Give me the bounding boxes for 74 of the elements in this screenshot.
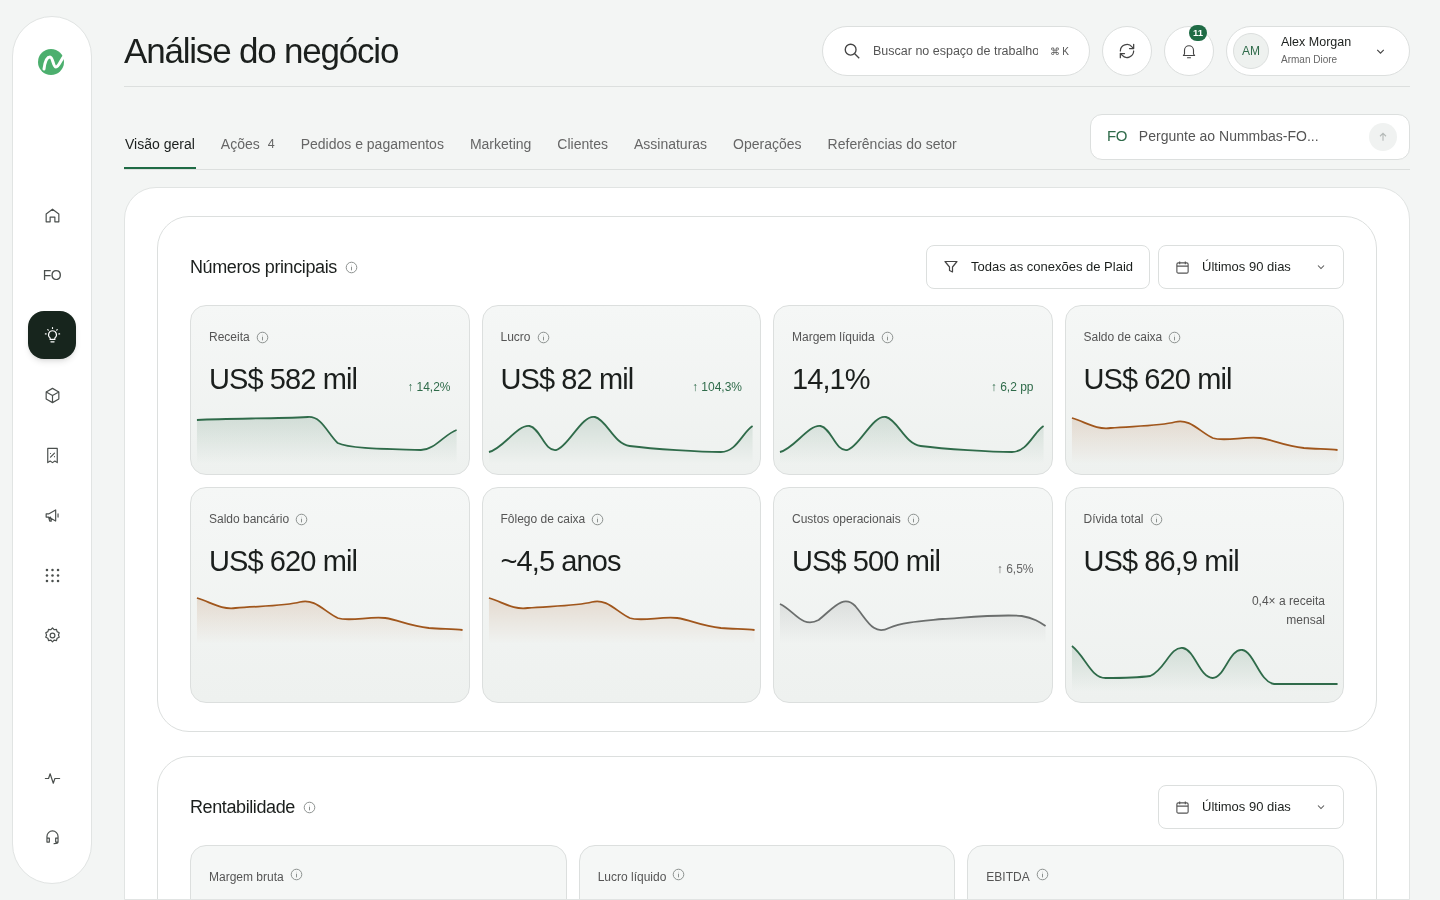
bell-icon	[1180, 42, 1198, 60]
metric-value: US$ 582 mil	[209, 362, 358, 397]
info-icon	[906, 512, 920, 526]
company-name: Arman Diore	[1281, 54, 1339, 67]
info-icon	[536, 330, 550, 344]
calendar-icon	[1175, 259, 1190, 275]
filter-button[interactable]: Todas as conexões de Plaid	[926, 245, 1150, 289]
tab[interactable]: Operações	[732, 121, 803, 169]
ask-field[interactable]: Pergunte ao Nummbas-FO...	[1138, 126, 1357, 147]
metric-label: Fôlego de caixa	[500, 511, 586, 528]
search-icon	[843, 42, 861, 60]
tab-count: 4	[267, 135, 275, 153]
page-title: Análise do negócio	[124, 29, 399, 72]
info-icon	[1035, 868, 1049, 881]
shortcut-hint: ⌘ K	[1049, 44, 1069, 59]
metric-label: Receita	[209, 329, 250, 346]
info-icon	[302, 800, 316, 814]
section-title: Números principais	[190, 255, 337, 279]
calendar-icon	[1175, 799, 1190, 815]
user-name: Alex Morgan	[1281, 35, 1353, 52]
sidebar-item[interactable]: FO	[28, 251, 76, 299]
metric-label: Saldo bancário	[209, 511, 290, 528]
metric-label: EBITDA	[986, 869, 1030, 886]
period-dropdown[interactable]: Últimos 90 dias	[1158, 785, 1344, 829]
metric-value: US$ 620 mil	[1083, 362, 1232, 397]
metric-value: US$ 500 mil	[792, 544, 941, 579]
metric-label: Dívida total	[1083, 511, 1144, 528]
metric-label: Lucro líquido	[597, 869, 667, 886]
info-icon	[289, 868, 303, 881]
sync-button[interactable]	[1102, 26, 1152, 76]
tab[interactable]: Clientes	[556, 121, 609, 169]
tab[interactable]: Referências do setor	[826, 121, 958, 169]
metric-value: US$ 620 mil	[209, 544, 358, 579]
info-icon	[1149, 512, 1163, 526]
change-indicator: ↑ 14,2%	[407, 378, 451, 396]
notifications-button[interactable]: 11	[1164, 26, 1214, 76]
metric-value: US$ 82 mil	[500, 362, 634, 397]
settings-icon	[42, 625, 62, 645]
info-icon	[344, 260, 358, 274]
arrow-up-icon	[1377, 130, 1389, 143]
change-indicator: ↑ 6,5%	[996, 560, 1034, 578]
info-icon	[880, 330, 894, 344]
tab[interactable]: Marketing	[468, 121, 533, 169]
info-icon	[295, 512, 309, 526]
refresh-icon	[1117, 41, 1137, 61]
metric-label: Saldo de caixa	[1083, 329, 1163, 346]
metric-label: Margem líquida	[792, 329, 875, 346]
metric-label: Custos operacionais	[792, 511, 901, 528]
metric-label: Margem bruta	[209, 869, 284, 886]
ask-bar[interactable]: FO Pergunte ao Nummbas-FO...	[1090, 113, 1410, 160]
filter-icon	[943, 259, 960, 275]
metric-value: 14,1%	[792, 362, 870, 397]
metric-label: Lucro	[500, 329, 531, 346]
change-indicator: ↑ 104,3%	[691, 378, 742, 396]
period-dropdown[interactable]: Últimos 90 dias	[1158, 245, 1344, 289]
tab[interactable]: Ações 4	[219, 121, 276, 169]
metric-note: 0,4× a receita mensal	[1250, 592, 1326, 629]
avatar: AM	[1233, 33, 1269, 69]
metric-value: ~4,5 anos	[500, 544, 621, 579]
metric-value: US$ 86,9 mil	[1083, 544, 1239, 579]
sidebar-item[interactable]	[28, 311, 76, 359]
tab[interactable]: Pedidos e pagamentos	[299, 121, 445, 169]
lightbulb-icon	[42, 325, 62, 345]
notification-badge: 11	[1188, 25, 1207, 41]
info-icon	[591, 512, 605, 526]
user-menu[interactable]: AM Alex Morgan Arman Diore	[1226, 26, 1410, 76]
info-icon	[672, 868, 686, 881]
tab[interactable]: Visão geral	[124, 121, 196, 169]
section-title: Rentabilidade	[190, 795, 295, 819]
info-icon	[255, 330, 269, 344]
info-icon	[1168, 330, 1182, 344]
tab[interactable]: Assinaturas	[632, 121, 709, 169]
change-indicator: ↑ 6,2 pp	[990, 378, 1034, 396]
assistant-mark: FO	[1107, 126, 1127, 147]
